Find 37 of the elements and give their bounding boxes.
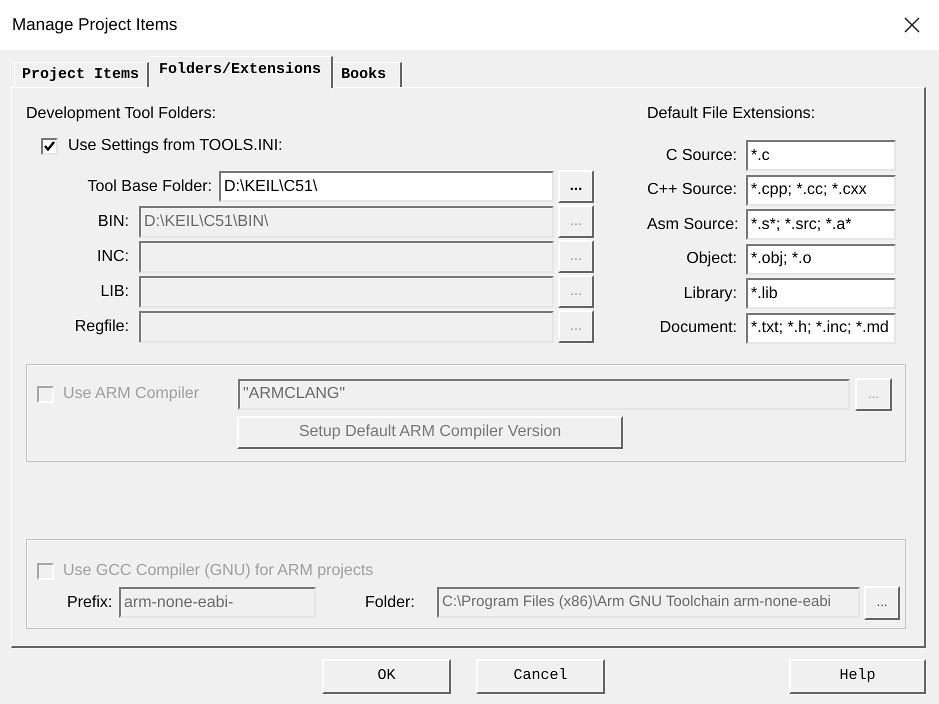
text-field[interactable]: *.obj; *.o <box>746 244 896 274</box>
help-button[interactable]: Help <box>789 659 926 694</box>
field-label: C++ Source: <box>647 180 737 200</box>
text-field[interactable]: *.c <box>746 140 896 171</box>
checkbox-label: Use Settings from TOOLS.INI: <box>68 137 283 155</box>
close-button[interactable] <box>904 17 920 33</box>
field-label: Library: <box>682 284 737 304</box>
field-label: Tool Base Folder: <box>86 176 212 196</box>
field-label: Prefix: <box>67 592 114 612</box>
checkbox-label: Use ARM Compiler <box>63 384 200 404</box>
browse-button[interactable]: ... <box>558 170 594 203</box>
section-heading: Development Tool Folders: <box>26 105 218 123</box>
field-label: Asm Source: <box>647 214 737 234</box>
field-label: Object: <box>685 249 737 269</box>
text-field[interactable]: *.cpp; *.cc; *.cxx <box>746 174 896 206</box>
field-label: C Source: <box>664 146 737 166</box>
tab[interactable]: Folders/Extensions <box>149 56 334 88</box>
ok-button[interactable]: OK <box>322 659 451 694</box>
tab[interactable]: Project Items <box>14 62 150 87</box>
field-label: Regfile: <box>74 316 129 336</box>
field-label: Document: <box>658 318 737 338</box>
text-field[interactable]: *.lib <box>746 278 896 309</box>
window-title: Manage Project Items <box>12 14 178 36</box>
tab[interactable]: Books <box>333 62 402 87</box>
field-label: BIN: <box>96 212 129 232</box>
checkbox-label: Use GCC Compiler (GNU) for ARM projects <box>63 561 374 581</box>
checkbox[interactable] <box>41 138 58 154</box>
field-label: INC: <box>96 246 129 266</box>
text-field[interactable]: *.txt; *.h; *.inc; *.md <box>746 312 896 344</box>
field-label: LIB: <box>100 282 129 302</box>
close-icon <box>904 17 920 33</box>
checkmark-icon <box>44 141 55 151</box>
cancel-button[interactable]: Cancel <box>476 659 605 694</box>
field-label: Folder: <box>365 592 416 612</box>
path-field[interactable]: D:\KEIL\C51\ <box>219 171 554 202</box>
section-heading: Default File Extensions: <box>647 105 816 123</box>
text-field[interactable]: *.s*; *.src; *.a* <box>746 209 896 240</box>
